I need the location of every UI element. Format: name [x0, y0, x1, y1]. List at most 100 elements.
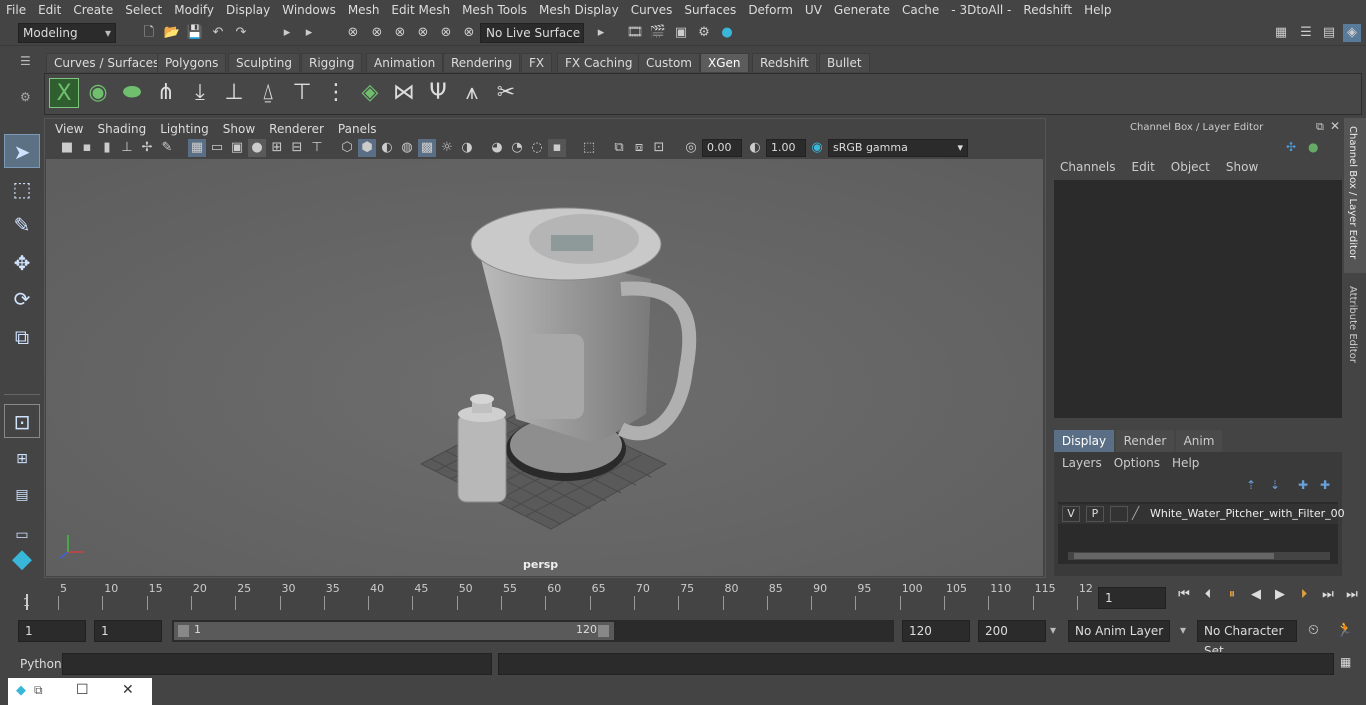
menu-edit[interactable]: Edit — [32, 0, 67, 20]
new-scene-icon[interactable]: 🗋 — [140, 24, 158, 42]
auto-key-icon[interactable]: ⏲ — [1308, 622, 1319, 638]
menu-channel-show[interactable]: Show — [1218, 160, 1266, 178]
xgen-clump-icon[interactable]: ⩚ — [457, 78, 487, 108]
playback-end-field[interactable]: 120 — [902, 620, 970, 642]
depth-of-field-icon[interactable]: ▪ — [548, 139, 566, 157]
resolution-gate-icon[interactable]: ▣ — [228, 139, 246, 157]
smooth-shade-icon[interactable]: ⬢ — [358, 139, 376, 157]
range-handle-left[interactable] — [178, 625, 189, 637]
ipr-render-icon[interactable]: ▣ — [672, 24, 690, 42]
attribute-editor-icon[interactable]: ▤ — [1320, 24, 1338, 42]
layer-playback-toggle[interactable]: P — [1086, 506, 1104, 522]
viewport-menu-panels[interactable]: Panels — [331, 120, 384, 138]
exposure-field[interactable]: 0.00 — [702, 139, 742, 157]
color-management-icon[interactable]: ◉ — [808, 139, 826, 157]
outliner-icon[interactable]: ☰ — [1297, 24, 1315, 42]
go-to-start-icon[interactable]: ⏮ — [1174, 587, 1194, 602]
step-back-key-icon[interactable]: ⏸ — [1222, 587, 1242, 602]
layer-color-icon[interactable]: ╱ — [1132, 506, 1146, 522]
camera-icon[interactable]: ■ — [58, 139, 76, 157]
shelf-tab-redshift[interactable]: Redshift — [752, 53, 817, 72]
play-backward-icon[interactable]: ◀ — [1246, 587, 1266, 602]
new-layer-selected-icon[interactable]: ✚ — [1320, 478, 1330, 492]
float-icon[interactable]: ⧉ — [1316, 120, 1324, 134]
open-scene-icon[interactable]: 📂 — [163, 24, 181, 42]
snap-view-icon[interactable]: ⊗ — [414, 24, 432, 42]
rotate-tool-icon[interactable]: ⟳ — [4, 282, 40, 316]
shelf-tab-sculpting[interactable]: Sculpting — [228, 53, 301, 72]
step-forward-icon[interactable]: ⏭ — [1318, 587, 1338, 602]
single-view-icon[interactable]: ⊡ — [4, 404, 40, 438]
current-frame-field[interactable]: 1 — [1098, 587, 1166, 609]
xgen-cut-icon[interactable]: ✂ — [491, 78, 521, 108]
menu-cache[interactable]: Cache — [896, 0, 945, 20]
shelf-menu-icon[interactable]: ☰ — [20, 54, 31, 68]
shelf-tab-xgen[interactable]: XGen — [700, 53, 749, 72]
paint-select-icon[interactable]: ✎ — [4, 208, 40, 242]
anti-aliasing-icon[interactable]: ◌ — [528, 139, 546, 157]
xray-icon[interactable]: ⧉ — [610, 139, 628, 157]
chevron-down-icon[interactable]: ▾ — [1050, 623, 1056, 637]
menu-mesh-tools[interactable]: Mesh Tools — [456, 0, 533, 20]
menu-options[interactable]: Options — [1114, 456, 1172, 470]
shelf-tab-rendering[interactable]: Rendering — [443, 53, 521, 72]
script-language-label[interactable]: Python — [20, 657, 62, 671]
color-space-dropdown[interactable]: sRGB gamma ▾ — [828, 139, 968, 157]
layer-type-toggle[interactable] — [1110, 506, 1128, 522]
field-chart-icon[interactable]: ⊞ — [268, 139, 286, 157]
menu-layers[interactable]: Layers — [1062, 456, 1114, 470]
viewport-3d[interactable]: persp — [46, 159, 1043, 576]
render-frame-icon[interactable]: 🎬 — [649, 24, 667, 42]
select-tool-icon[interactable]: ➤ — [4, 134, 40, 168]
undo-icon[interactable]: ↶ — [209, 24, 227, 42]
menu-layer-help[interactable]: Help — [1172, 456, 1199, 470]
isolate-select-icon[interactable]: ⬚ — [580, 139, 598, 157]
go-to-end-icon[interactable]: ⏭ — [1342, 587, 1362, 602]
outliner-layout-icon[interactable]: ▤ — [4, 478, 40, 512]
menu-display[interactable]: Display — [220, 0, 276, 20]
tab-anim[interactable]: Anim — [1176, 430, 1222, 452]
camera-attr-icon[interactable]: ▪ — [78, 139, 96, 157]
menu-modify[interactable]: Modify — [168, 0, 220, 20]
safe-action-icon[interactable]: ⊟ — [288, 139, 306, 157]
maximize-icon[interactable]: ☐ — [76, 682, 89, 698]
default-material-icon[interactable]: ◐ — [378, 139, 396, 157]
hypershade-icon[interactable]: ● — [718, 24, 736, 42]
start-time-field[interactable]: 1 — [18, 620, 86, 642]
scale-tool-icon[interactable]: ⧉ — [4, 320, 40, 354]
side-tab-channel-box[interactable]: Channel Box / Layer Editor — [1344, 118, 1366, 273]
snap-grid-icon[interactable]: ⊗ — [344, 24, 362, 42]
xgen-preview-icon[interactable]: ◉ — [83, 78, 113, 108]
chevron-down-icon[interactable]: ▾ — [1180, 623, 1186, 637]
textured-icon[interactable]: ▩ — [418, 139, 436, 157]
shelf-tab-animation[interactable]: Animation — [366, 53, 444, 72]
menu-3dtoall[interactable]: - 3DtoAll - — [945, 0, 1017, 20]
grid-icon[interactable]: ▦ — [188, 139, 206, 157]
command-input[interactable] — [62, 653, 492, 675]
wireframe-icon[interactable]: ⬡ — [338, 139, 356, 157]
viewport-menu-shading[interactable]: Shading — [90, 120, 153, 138]
xgen-lock-guide-icon[interactable]: ⊤ — [287, 78, 317, 108]
film-gate-icon[interactable]: ▭ — [208, 139, 226, 157]
menu-deform[interactable]: Deform — [742, 0, 799, 20]
step-back-icon[interactable]: ⏴ — [1198, 587, 1218, 602]
xray-joints-icon[interactable]: ⧈ — [630, 139, 648, 157]
shelf-tab-polygons[interactable]: Polygons — [157, 53, 227, 72]
menu-windows[interactable]: Windows — [276, 0, 342, 20]
menu-generate[interactable]: Generate — [828, 0, 896, 20]
four-view-icon[interactable]: ⊞ — [4, 442, 40, 476]
manipulator-icon[interactable]: ✣ — [1286, 140, 1296, 154]
snap-point-icon[interactable]: ⊗ — [391, 24, 409, 42]
menu-help[interactable]: Help — [1078, 0, 1117, 20]
snap-vertex-icon[interactable]: ⊗ — [460, 24, 478, 42]
menu-select[interactable]: Select — [119, 0, 168, 20]
preferences-running-icon[interactable]: 🏃 — [1336, 622, 1353, 638]
horizontal-scrollbar[interactable] — [1068, 552, 1330, 560]
arrow-right-icon[interactable]: ▸ — [278, 24, 296, 42]
layer-row[interactable]: V P ╱ White_Water_Pitcher_with_Filter_00… — [1058, 504, 1352, 524]
menu-file[interactable]: File — [0, 0, 32, 20]
xgen-editor-icon[interactable]: X — [49, 78, 79, 108]
menu-mesh-display[interactable]: Mesh Display — [533, 0, 625, 20]
motion-blur-icon[interactable]: ◔ — [508, 139, 526, 157]
shelf-gear-icon[interactable]: ⚙ — [20, 90, 31, 104]
